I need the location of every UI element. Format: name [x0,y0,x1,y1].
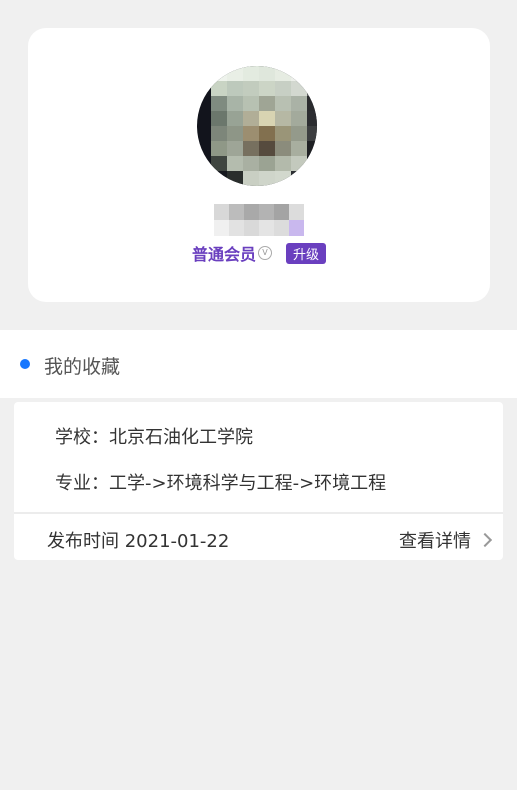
avatar-mosaic [211,66,317,186]
bullet-dot-icon [20,359,30,369]
favorites-header: 我的收藏 [0,330,517,398]
chevron-right-icon [477,532,493,548]
username-redacted [214,204,304,236]
major-line: 专业：工学->环境科学与工程->环境工程 [55,473,387,494]
v-badge-icon: V [258,246,272,260]
favorite-item-card[interactable]: 学校：北京石油化工学院 专业：工学->环境科学与工程->环境工程 发布时间 20… [14,402,503,560]
favorites-title: 我的收藏 [44,356,121,378]
member-level-label: 普通会员 [191,245,256,264]
view-details-label: 查看详情 [399,531,471,552]
profile-card: 普通会员 V 升级 [28,28,490,302]
view-details-link[interactable]: 查看详情 [399,527,493,553]
avatar[interactable] [197,66,317,186]
school-line: 学校：北京石油化工学院 [55,427,253,448]
publish-date: 发布时间 2021-01-22 [47,531,230,552]
membership-row: 普通会员 V 升级 [28,242,490,264]
divider [14,512,503,514]
upgrade-button[interactable]: 升级 [286,242,327,264]
